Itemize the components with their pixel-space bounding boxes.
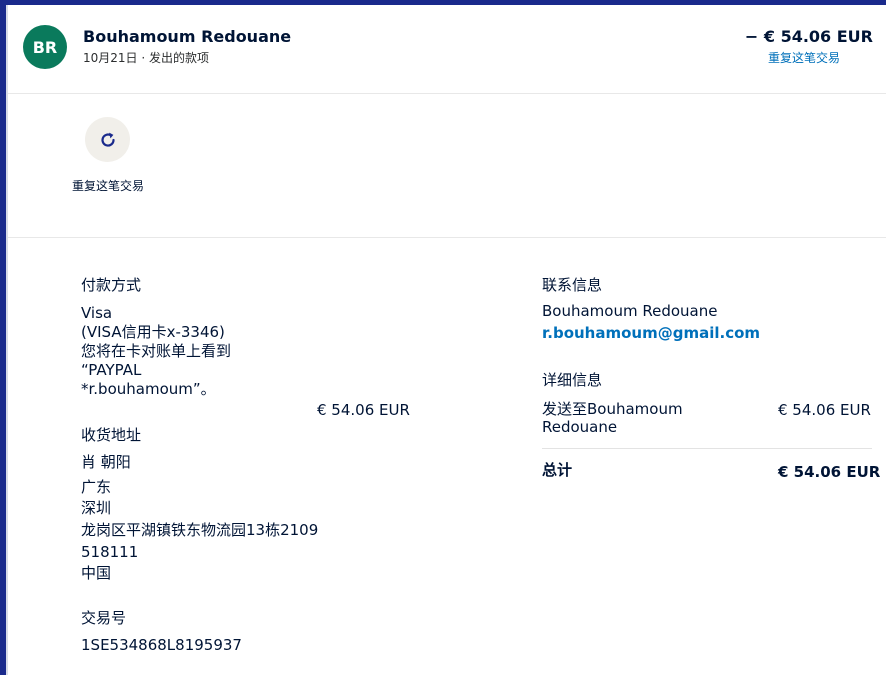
transaction-type: 发出的款项 xyxy=(149,51,210,65)
total-label: 总计 xyxy=(542,461,573,479)
shipping-line: 龙岗区平湖镇铁东物流园13栋2109 xyxy=(81,521,319,539)
transaction-header: BR Bouhamoum Redouane 10月21日 · 发出的款项 − €… xyxy=(8,5,886,94)
contact-info-title: 联系信息 xyxy=(542,276,603,294)
shipping-line: 广东 xyxy=(81,478,112,496)
shipping-line: 中国 xyxy=(81,564,112,582)
shipping-address-title: 收货地址 xyxy=(81,426,142,444)
avatar: BR xyxy=(23,25,67,69)
sent-to-line-2: Redouane xyxy=(542,418,618,436)
payment-card: (VISA信用卡x-3346) xyxy=(81,323,225,341)
details-divider xyxy=(542,448,872,449)
sent-amount: € 54.06 EUR xyxy=(778,401,871,419)
actions-bar: 重复这笔交易 xyxy=(8,94,886,238)
transaction-date: 10月21日 xyxy=(83,51,138,65)
statement-note-3: *r.bouhamoum”。 xyxy=(81,380,216,398)
contact-email-link[interactable]: r.bouhamoum@gmail.com xyxy=(542,324,760,343)
contact-name: Bouhamoum Redouane xyxy=(542,302,718,320)
repeat-transaction-label[interactable]: 重复这笔交易 xyxy=(70,178,146,195)
shipping-line: 肖 朝阳 xyxy=(81,453,131,471)
repeat-transaction-button[interactable] xyxy=(85,117,130,162)
sent-to-line-1: 发送至Bouhamoum xyxy=(542,400,683,418)
transaction-id: 1SE534868L8195937 xyxy=(81,636,242,654)
transaction-amount: − € 54.06 EUR xyxy=(744,27,873,46)
refresh-icon xyxy=(100,132,115,147)
total-amount: € 54.06 EUR xyxy=(778,463,881,481)
statement-note-2: “PAYPAL xyxy=(81,361,142,379)
statement-note-1: 您将在卡对账单上看到 xyxy=(81,342,232,360)
payment-method-name: Visa xyxy=(81,304,113,322)
shipping-line: 518111 xyxy=(81,543,139,561)
details-title: 详细信息 xyxy=(542,371,603,389)
repeat-transaction-link[interactable]: 重复这笔交易 xyxy=(768,49,840,66)
shipping-line: 深圳 xyxy=(81,499,112,517)
payment-amount: € 54.06 EUR xyxy=(317,401,410,419)
transaction-meta: 10月21日 · 发出的款项 xyxy=(83,49,209,66)
transaction-id-title: 交易号 xyxy=(81,609,127,627)
avatar-initials: BR xyxy=(32,37,58,57)
payee-name: Bouhamoum Redouane xyxy=(83,27,292,46)
meta-separator: · xyxy=(137,51,149,65)
payment-method-title: 付款方式 xyxy=(81,276,142,294)
